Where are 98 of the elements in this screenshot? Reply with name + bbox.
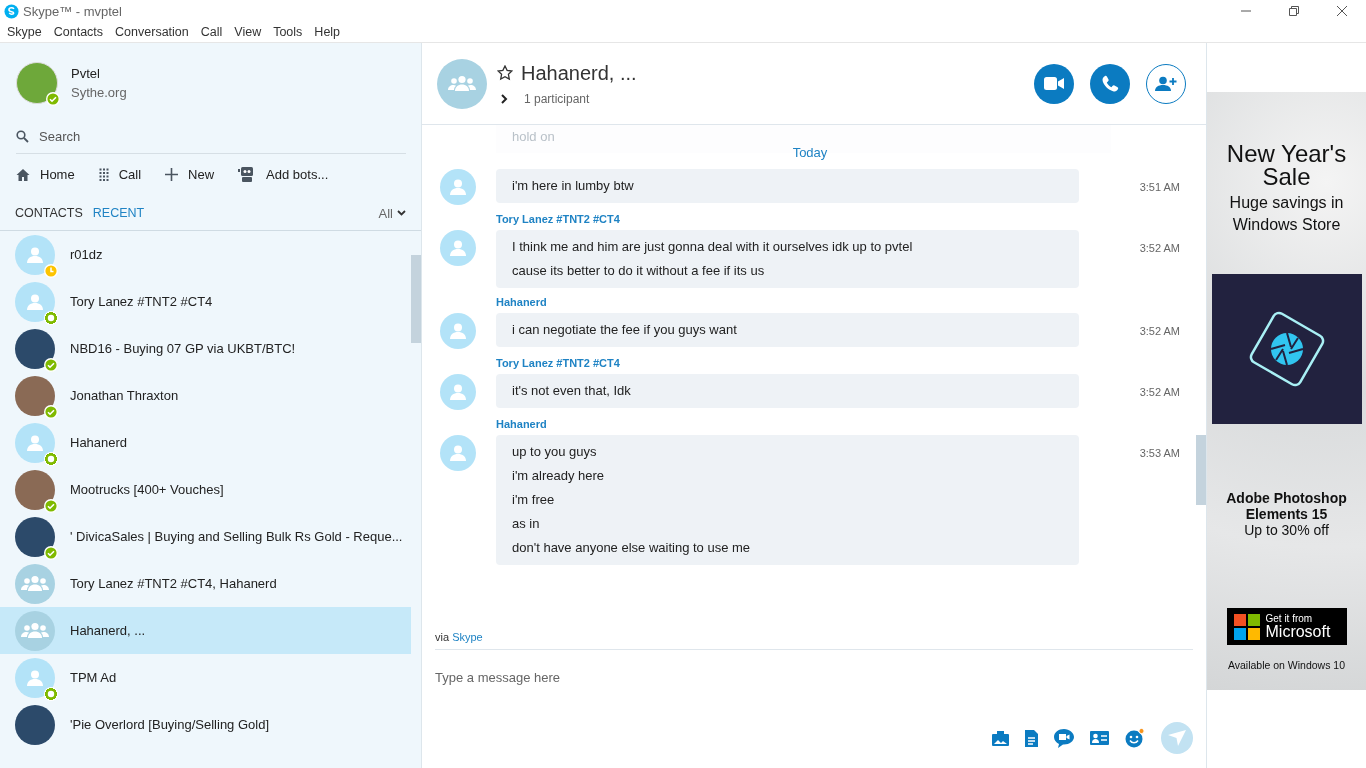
person-icon <box>448 177 468 197</box>
photo-placeholder <box>15 375 55 416</box>
sender-name: Tory Lanez #TNT2 #CT4 <box>496 357 621 369</box>
menu-item[interactable]: Help <box>314 25 341 39</box>
menu-item[interactable]: Tools <box>273 25 303 39</box>
profile-avatar[interactable] <box>16 62 58 104</box>
ad-product: Adobe Photoshop Elements 15 <box>1225 490 1348 522</box>
tab[interactable]: CONTACTS <box>15 206 83 220</box>
sender-name: Hahanerd <box>496 296 548 308</box>
contact-item[interactable]: Tory Lanez #TNT2 #CT4, Hahanerd <box>0 560 411 607</box>
chevron-icon[interactable] <box>501 93 508 104</box>
add-participant-button[interactable] <box>1146 63 1186 104</box>
nav-button[interactable]: Home <box>16 167 75 182</box>
contact-item[interactable]: Jonathan Thraxton <box>0 372 411 419</box>
contact-card-icon[interactable] <box>1090 731 1109 745</box>
photo-placeholder <box>15 469 55 510</box>
person-icon <box>448 382 468 402</box>
advertisement-banner[interactable]: New Year's Sale Huge savings in Windows Store Adobe Photoshop Elements 15 Up to 30% off Get it from Microsoft Available on Windows 10 <box>1207 92 1366 690</box>
menu-item[interactable]: Contacts <box>53 25 104 39</box>
file-icon[interactable] <box>1025 729 1038 747</box>
message-text: as in <box>512 515 541 533</box>
menu-item[interactable]: View <box>234 25 262 39</box>
nav-button[interactable]: New <box>165 167 215 182</box>
ad-headline: New Year's Sale <box>1225 142 1348 188</box>
logo-placeholder <box>15 328 55 369</box>
via-text: via Skype <box>434 631 484 645</box>
contact-item[interactable]: r01dz <box>0 231 411 278</box>
search-field[interactable]: Search <box>39 129 339 144</box>
call-button[interactable] <box>1090 63 1130 104</box>
video-call-button[interactable] <box>1034 63 1074 104</box>
contact-item[interactable]: 'Pie Overlord [Buying/Selling Gold] <box>0 701 411 748</box>
message-text: i can negotiate the fee if you guys want <box>512 321 738 339</box>
dialpad-icon <box>98 167 109 182</box>
contact-item[interactable]: TPM Ad <box>0 654 411 701</box>
sender-name: Hahanerd <box>496 418 548 430</box>
contact-item[interactable]: Hahanerd, ... <box>0 607 411 654</box>
message-time: 3:52 AM <box>1139 242 1180 254</box>
video-camera-icon <box>1044 77 1064 90</box>
group-icon <box>448 73 476 94</box>
store-badge[interactable]: Get it from Microsoft <box>1226 608 1347 645</box>
nav-button[interactable]: Call <box>98 167 142 182</box>
emoticon-icon[interactable] <box>1125 728 1145 748</box>
message-time: 3:53 AM <box>1139 447 1180 459</box>
participant-count: 1 participant <box>524 91 590 106</box>
message-text: i'm already here <box>512 467 606 485</box>
menu-item[interactable]: Call <box>200 25 223 39</box>
conversation-title: Hahanerd, ... <box>521 61 637 85</box>
search-icon <box>16 130 29 143</box>
message-text: I think me and him are just gonna deal with it ourselves idk up to pvtel <box>512 238 914 256</box>
add-person-icon <box>1155 75 1177 92</box>
message-text: i'm here in lumby btw <box>512 177 635 195</box>
plus-icon <box>165 168 179 181</box>
group-icon <box>21 573 49 594</box>
contact-item[interactable]: NBD16 - Buying 07 GP via UKBT/BTC! <box>0 325 411 372</box>
profile-name: Pvtel <box>71 66 101 81</box>
media-icon[interactable] <box>992 730 1009 746</box>
skype-logo-icon <box>4 3 19 19</box>
mood-message: Sythe.org <box>71 85 127 100</box>
message-text: cause its better to do it without a fee if its us <box>512 262 766 280</box>
group-icon <box>21 620 49 641</box>
ad-footer: Available on Windows 10 <box>1227 659 1346 671</box>
person-icon <box>448 321 468 341</box>
person-icon <box>448 443 468 463</box>
person-icon <box>448 238 468 258</box>
phone-icon <box>1101 74 1119 93</box>
contact-item[interactable]: Tory Lanez #TNT2 #CT4 <box>0 278 411 325</box>
tab[interactable]: RECENT <box>92 206 145 220</box>
ad-offer: Up to 30% off <box>1244 522 1329 538</box>
logo-placeholder <box>15 704 55 745</box>
send-icon <box>1168 730 1186 746</box>
logo-placeholder <box>15 516 55 557</box>
contact-item[interactable]: ' DivicaSales | Buying and Selling Bulk Rs Gold - Reque... <box>0 513 411 560</box>
menu-item[interactable]: Skype <box>7 25 42 39</box>
scrollbar-thumb[interactable] <box>411 255 421 343</box>
caret-icon <box>397 210 406 216</box>
message-time: 3:52 AM <box>1139 386 1180 398</box>
app-logo-icon <box>1211 274 1362 424</box>
home-icon <box>16 167 30 182</box>
message-time: 3:51 AM <box>1139 181 1180 193</box>
message-text: don't have anyone else waiting to use me <box>512 539 752 557</box>
ad-subline: Huge savings in Windows Store <box>1228 193 1345 235</box>
message-text: it's not even that, Idk <box>512 382 632 400</box>
skype-link[interactable]: Skype <box>452 631 483 643</box>
menu-item[interactable]: Conversation <box>115 25 189 39</box>
window-title: Skype™ - mvptel <box>23 3 123 19</box>
message-time: 3:52 AM <box>1139 325 1180 337</box>
message-text: i'm free <box>512 491 556 509</box>
filter-dropdown[interactable]: All <box>378 205 406 221</box>
close-icon[interactable] <box>1336 5 1348 17</box>
restore-icon[interactable] <box>1288 5 1300 17</box>
contact-item[interactable]: Hahanerd <box>0 419 411 466</box>
scrollbar-thumb[interactable] <box>1196 435 1206 505</box>
message-text: up to you guys <box>512 443 598 461</box>
contact-item[interactable]: Mootrucks [400+ Vouches] <box>0 466 411 513</box>
star-icon[interactable] <box>497 65 513 81</box>
sender-name: Tory Lanez #TNT2 #CT4 <box>496 213 621 225</box>
nav-button[interactable]: Add bots... <box>238 167 329 182</box>
video-message-icon[interactable] <box>1054 728 1074 748</box>
